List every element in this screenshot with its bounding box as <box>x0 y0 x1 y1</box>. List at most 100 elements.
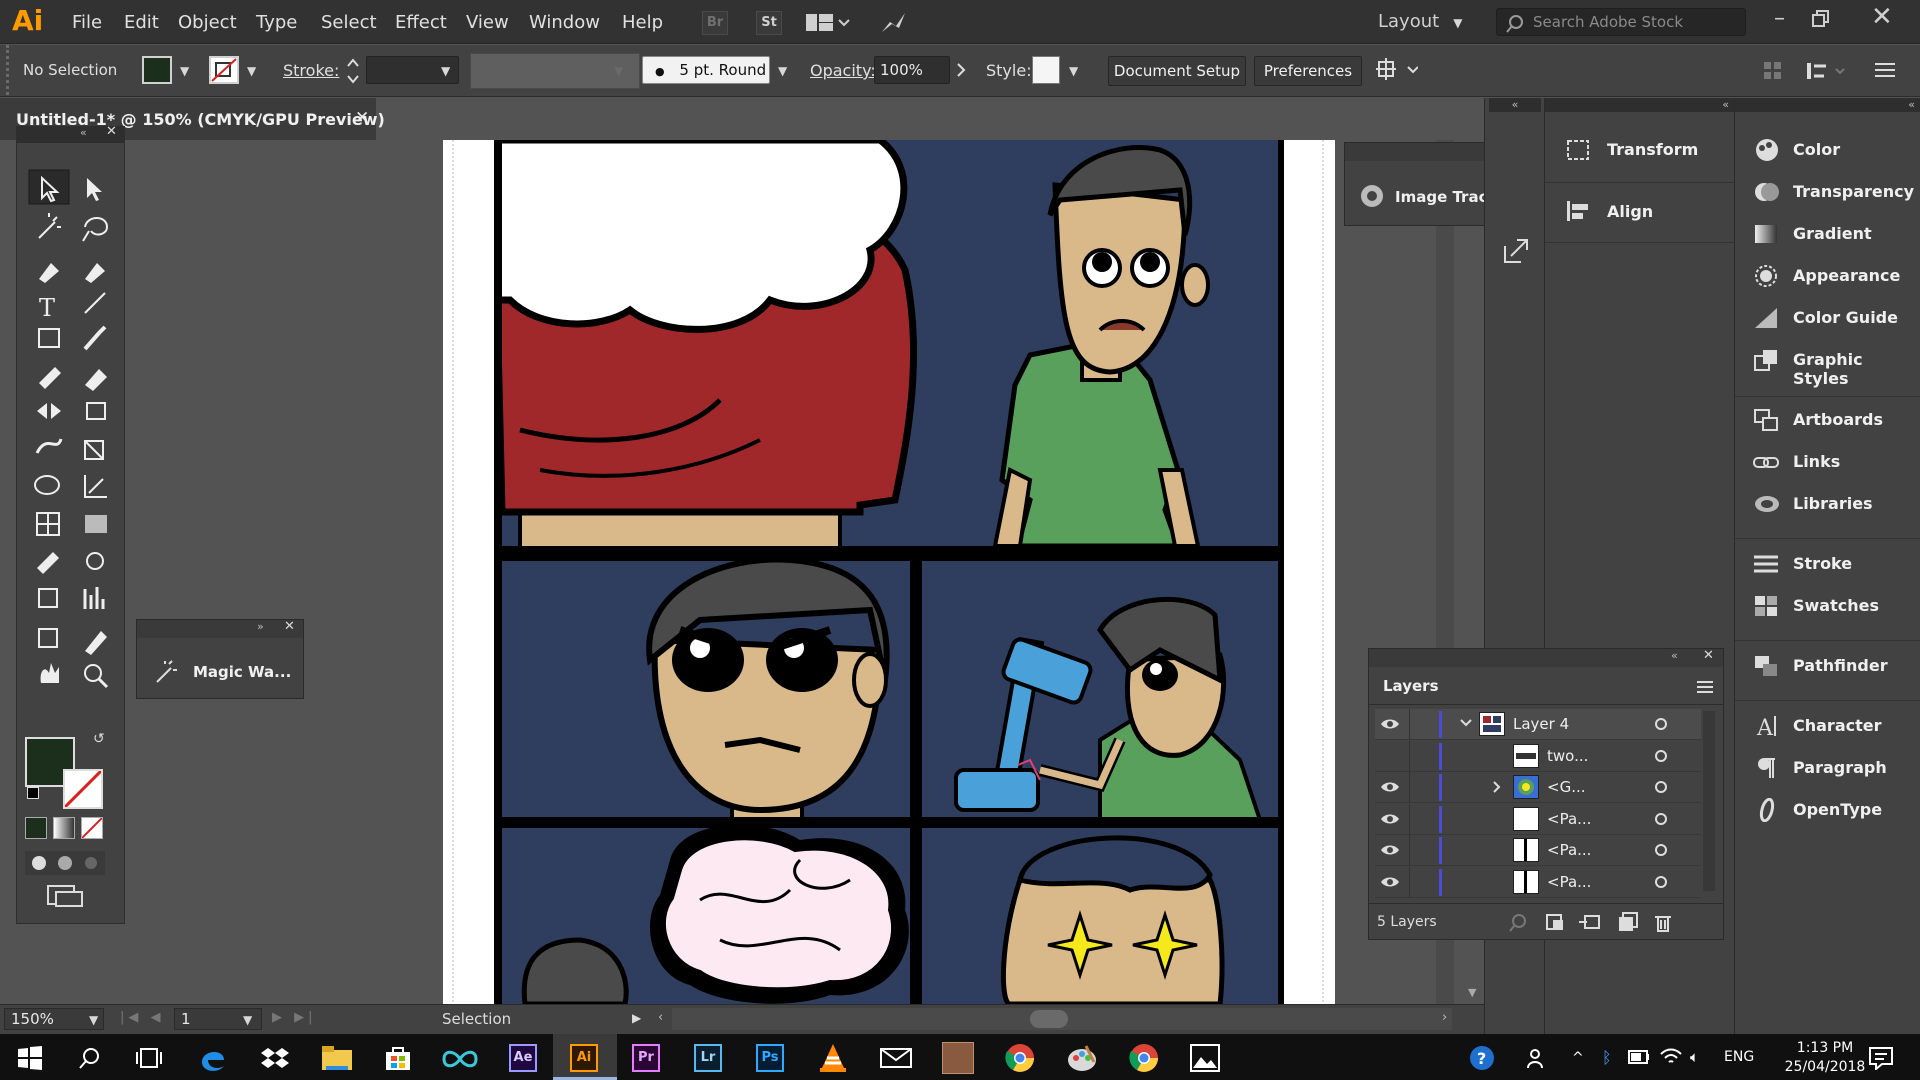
lasso-tool-icon[interactable] <box>82 217 109 242</box>
opacity-field[interactable]: 100% <box>874 56 950 84</box>
task-view-icon[interactable] <box>136 1046 162 1070</box>
tray-expand-icon[interactable]: ^ <box>1572 1050 1584 1066</box>
popout-icon[interactable] <box>1503 238 1529 264</box>
dock-item-opentype[interactable]: OpenType <box>1793 800 1882 819</box>
dock-item-align[interactable]: Align <box>1607 202 1653 221</box>
stroke-dropdown-icon[interactable]: ▼ <box>247 64 256 78</box>
new-sublayer-icon[interactable] <box>1579 915 1600 929</box>
dock-item-transform[interactable]: Transform <box>1607 140 1698 159</box>
layer-name[interactable]: Layer 4 <box>1513 715 1569 733</box>
notifications-icon[interactable] <box>1868 1046 1894 1070</box>
artboard-number-field[interactable]: 1 ▼ <box>174 1008 262 1030</box>
blend-tool-icon[interactable] <box>86 552 104 570</box>
edge-icon[interactable] <box>198 1044 228 1074</box>
artwork[interactable] <box>128 140 1483 1004</box>
photo-app-icon[interactable] <box>942 1042 974 1074</box>
collapse-icon[interactable]: « <box>1735 98 1920 112</box>
dock-item-transparency[interactable]: Transparency <box>1793 182 1914 201</box>
line-tool-icon[interactable] <box>84 292 106 314</box>
screen-mode-icon[interactable] <box>47 885 83 907</box>
document-setup-button[interactable]: Document Setup <box>1108 56 1246 86</box>
stroke-label[interactable]: Stroke: <box>283 61 339 80</box>
preferences-button[interactable]: Preferences <box>1254 56 1362 86</box>
eraser-tool-icon[interactable] <box>85 369 107 391</box>
expand-icon[interactable]: » <box>257 620 264 633</box>
curvature-tool-icon[interactable] <box>85 263 105 283</box>
dock-item-links[interactable]: Links <box>1793 452 1840 471</box>
menu-type[interactable]: Type <box>256 12 297 33</box>
layer-row[interactable]: two... <box>1375 740 1701 772</box>
stroke-weight-dropdown-icon[interactable]: ▼ <box>441 64 450 78</box>
hand-tool-icon[interactable] <box>40 663 59 683</box>
close-tab-icon[interactable]: ✕ <box>355 108 369 128</box>
target-circle-icon[interactable] <box>1655 812 1667 825</box>
restore-icon[interactable] <box>1812 10 1830 28</box>
people-icon[interactable] <box>1526 1046 1550 1070</box>
search-adobe-stock-input[interactable]: Search Adobe Stock <box>1496 8 1746 36</box>
fill-dropdown-icon[interactable]: ▼ <box>180 64 189 78</box>
mesh-tool-icon[interactable] <box>36 512 60 536</box>
layers-scrollbar[interactable] <box>1703 711 1715 891</box>
locate-object-icon[interactable] <box>1509 914 1526 932</box>
volume-icon[interactable]: 🔈︎ <box>1690 1048 1699 1066</box>
after-effects-icon[interactable]: Ae <box>509 1044 537 1072</box>
fill-swatch[interactable] <box>142 56 172 84</box>
magic-wand-tool-icon[interactable] <box>38 213 61 239</box>
h-scroll-thumb[interactable] <box>1030 1010 1068 1028</box>
arrange-documents-icon[interactable] <box>806 13 850 33</box>
stroke-swatch[interactable] <box>209 56 239 84</box>
reflect-tool-icon[interactable] <box>37 403 61 419</box>
next-last-artboard-icons[interactable]: ▶ ▶| <box>272 1010 317 1025</box>
menu-view[interactable]: View <box>466 12 509 33</box>
shape-builder-tool-icon[interactable] <box>34 475 60 495</box>
close-tools-icon[interactable]: ✕ <box>106 124 117 139</box>
menu-object[interactable]: Object <box>178 12 237 33</box>
graphic-style-swatch[interactable] <box>1032 56 1060 84</box>
dock-item-graphic-styles[interactable]: Graphic Styles <box>1793 350 1920 388</box>
layer-name[interactable]: <Pa... <box>1547 841 1591 859</box>
lightroom-icon[interactable]: Lr <box>694 1044 722 1072</box>
close-magic-wand-icon[interactable]: ✕ <box>284 619 295 634</box>
dock-item-character[interactable]: Character <box>1793 716 1882 735</box>
opacity-label[interactable]: Opacity: <box>810 61 876 80</box>
layer-row[interactable]: <Pa... <box>1375 866 1701 898</box>
visibility-toggle[interactable] <box>1379 808 1403 830</box>
stroke-color-box[interactable] <box>63 769 103 809</box>
zoom-tool-icon[interactable] <box>84 664 102 682</box>
first-prev-artboard-icons[interactable]: |◀ ◀ <box>120 1010 165 1025</box>
scroll-right-icon[interactable]: › <box>1442 1010 1447 1025</box>
zoom-dropdown-icon[interactable]: ▼ <box>89 1013 98 1027</box>
direct-selection-tool-icon[interactable] <box>87 178 102 201</box>
store-icon[interactable] <box>384 1044 412 1072</box>
close-layers-icon[interactable]: ✕ <box>1703 648 1714 663</box>
menu-effect[interactable]: Effect <box>395 12 447 33</box>
scale-tool-icon[interactable] <box>86 402 106 420</box>
status-menu-icon[interactable]: ▶ <box>632 1011 641 1025</box>
draw-mode-row[interactable] <box>25 851 105 875</box>
layer-name[interactable]: <Pa... <box>1547 810 1591 828</box>
delete-layer-icon[interactable] <box>1655 916 1671 932</box>
profile-dropdown-icon[interactable]: ▼ <box>614 64 623 78</box>
symbol-sprayer-tool-icon[interactable] <box>38 588 58 608</box>
clock-date[interactable]: 25/04/2018 <box>1770 1059 1880 1075</box>
default-colors-icon[interactable] <box>27 787 39 799</box>
illustrator-task-icon[interactable]: Ai <box>570 1044 598 1072</box>
artboard-dropdown-icon[interactable]: ▼ <box>243 1013 252 1027</box>
dock-item-artboards[interactable]: Artboards <box>1793 410 1883 429</box>
magic-wand-panel-header[interactable]: » ✕ <box>137 619 303 638</box>
menu-help[interactable]: Help <box>622 12 663 33</box>
visibility-toggle[interactable] <box>1379 839 1403 861</box>
shaper-tool-icon[interactable] <box>39 367 61 389</box>
dock-item-libraries[interactable]: Libraries <box>1793 494 1873 513</box>
mail-icon[interactable] <box>880 1046 912 1070</box>
layer-name[interactable]: <Pa... <box>1547 873 1591 891</box>
paintbrush-tool-icon[interactable] <box>83 325 107 351</box>
gpu-performance-icon[interactable] <box>878 10 908 36</box>
collapse-icon[interactable]: « <box>1545 98 1735 112</box>
perspective-grid-tool-icon[interactable] <box>84 475 107 498</box>
dropbox-icon[interactable] <box>260 1044 290 1074</box>
tools-header[interactable]: « ✕ <box>16 124 125 142</box>
new-layer-icon[interactable] <box>1619 912 1638 931</box>
dock-item-appearance[interactable]: Appearance <box>1793 266 1900 285</box>
layers-panel-topbar[interactable]: « ✕ <box>1369 648 1723 667</box>
